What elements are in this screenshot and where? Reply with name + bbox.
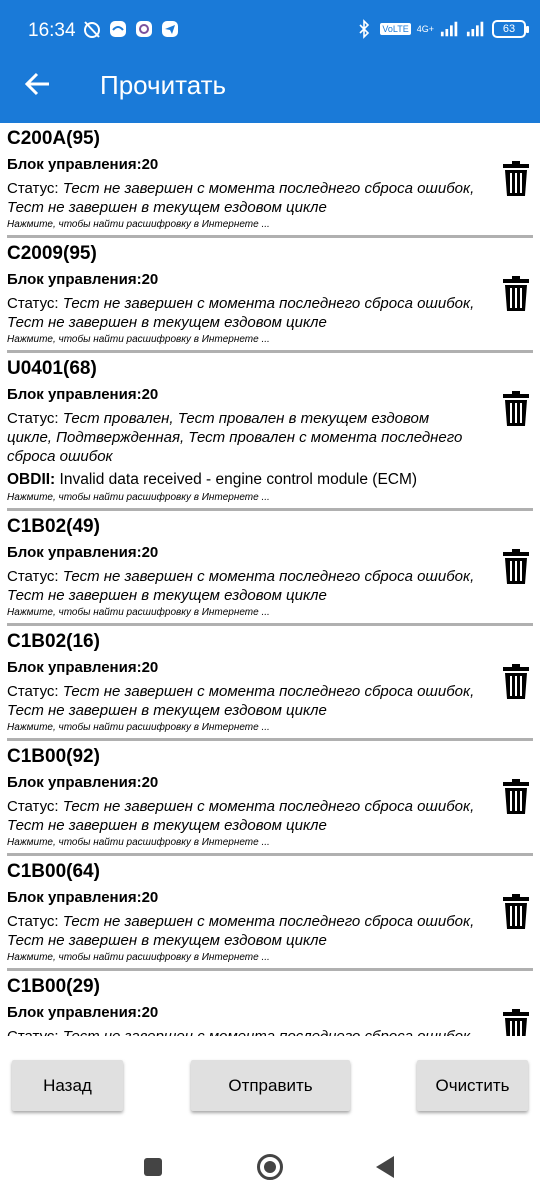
error-status: Статус: Тест не завершен с момента после… xyxy=(7,1027,477,1036)
error-code: C1B00(64) xyxy=(7,861,100,882)
status-label: Статус: xyxy=(7,410,59,427)
clear-button[interactable]: Очистить xyxy=(417,1060,528,1111)
search-hint-link[interactable]: Нажмите, чтобы найти расшифровку в Интер… xyxy=(7,334,532,346)
control-block: Блок управления:20 xyxy=(7,386,159,403)
status-label: Статус: xyxy=(7,913,59,930)
status-label: Статус: xyxy=(7,568,59,585)
status-text: Тест не завершен с момента последнего сб… xyxy=(7,180,475,216)
obd-label: OBDII: xyxy=(7,471,56,488)
back-button[interactable]: Назад xyxy=(12,1060,123,1111)
control-block: Блок управления:20 xyxy=(7,659,159,676)
nav-back-icon[interactable] xyxy=(376,1156,394,1178)
error-code: C1B00(92) xyxy=(7,746,100,767)
control-block: Блок управления:20 xyxy=(7,889,159,906)
search-hint-link[interactable]: Нажмите, чтобы найти расшифровку в Интер… xyxy=(7,219,532,231)
error-code: C1B00(29) xyxy=(7,976,100,997)
obd-text: Invalid data received - engine control m… xyxy=(59,471,418,488)
error-status: Статус: Тест не завершен с момента после… xyxy=(7,567,477,605)
error-status: Статус: Тест не завершен с момента после… xyxy=(7,294,477,332)
control-block: Блок управления:20 xyxy=(7,1004,159,1021)
status-text: Тест не завершен с момента последнего сб… xyxy=(7,913,475,949)
alarm-off-icon xyxy=(84,21,100,38)
app-bar: 16:34 VoLTE 4G+ 63 Прочитать xyxy=(0,0,540,123)
search-hint-link[interactable]: Нажмите, чтобы найти расшифровку в Интер… xyxy=(7,492,532,504)
trash-icon[interactable] xyxy=(502,391,530,427)
search-hint-link[interactable]: Нажмите, чтобы найти расшифровку в Интер… xyxy=(7,722,532,734)
error-code: C200A(95) xyxy=(7,128,100,149)
search-hint-link[interactable]: Нажмите, чтобы найти расшифровку в Интер… xyxy=(7,607,532,619)
status-label: Статус: xyxy=(7,683,59,700)
error-status: Статус: Тест не завершен с момента после… xyxy=(7,179,477,217)
error-status: Статус: Тест провален, Тест провален в т… xyxy=(7,409,477,466)
home-icon[interactable] xyxy=(257,1154,283,1180)
trash-icon[interactable] xyxy=(502,549,530,585)
battery-icon: 63 xyxy=(492,20,529,38)
error-status: Статус: Тест не завершен с момента после… xyxy=(7,912,477,950)
recents-icon[interactable] xyxy=(144,1158,162,1176)
error-item[interactable]: C2009(95) Блок управления:20 Статус: Тес… xyxy=(0,238,540,353)
error-item[interactable]: U0401(68) Блок управления:20 Статус: Тес… xyxy=(0,353,540,511)
status-time: 16:34 xyxy=(28,20,76,41)
network-type: 4G+ xyxy=(416,23,434,34)
obd-description: OBDII: Invalid data received - engine co… xyxy=(7,470,532,490)
error-item[interactable]: C1B00(92) Блок управления:20 Статус: Тес… xyxy=(0,741,540,856)
status-text: Тест не завершен с момента последнего сб… xyxy=(7,798,475,834)
battery-level: 63 xyxy=(502,23,516,35)
bluetooth-icon xyxy=(359,19,370,39)
notification-icons xyxy=(82,19,180,39)
error-code: C2009(95) xyxy=(7,243,97,264)
error-code: U0401(68) xyxy=(7,358,97,379)
signal-icon xyxy=(440,21,458,37)
status-label: Статус: xyxy=(7,180,59,197)
error-status: Статус: Тест не завершен с момента после… xyxy=(7,682,477,720)
signal-icon-2 xyxy=(466,21,484,37)
status-label: Статус: xyxy=(7,295,59,312)
status-bar: 16:34 VoLTE 4G+ 63 xyxy=(0,0,540,60)
search-hint-link[interactable]: Нажмите, чтобы найти расшифровку в Интер… xyxy=(7,837,532,849)
status-text: Тест провален, Тест провален в текущем е… xyxy=(7,410,463,465)
error-item[interactable]: C1B00(64) Блок управления:20 Статус: Тес… xyxy=(0,856,540,971)
control-block: Блок управления:20 xyxy=(7,544,159,561)
error-item[interactable]: C1B02(49) Блок управления:20 Статус: Тес… xyxy=(0,511,540,626)
trash-icon[interactable] xyxy=(502,664,530,700)
status-text: Тест не завершен с момента последнего сб… xyxy=(7,1028,474,1036)
status-text: Тест не завершен с момента последнего сб… xyxy=(7,295,475,331)
viber-icon xyxy=(136,21,152,37)
error-list[interactable]: C200A(95) Блок управления:20 Статус: Тес… xyxy=(0,123,540,1036)
control-block: Блок управления:20 xyxy=(7,774,159,791)
error-item[interactable]: C200A(95) Блок управления:20 Статус: Тес… xyxy=(0,123,540,238)
trash-icon[interactable] xyxy=(502,1009,530,1036)
error-item[interactable]: C1B02(16) Блок управления:20 Статус: Тес… xyxy=(0,626,540,741)
system-nav-bar xyxy=(0,1130,540,1200)
error-code: C1B02(16) xyxy=(7,631,100,652)
app-notification-icon xyxy=(110,21,126,37)
error-status: Статус: Тест не завершен с момента после… xyxy=(7,797,477,835)
status-label: Статус: xyxy=(7,798,59,815)
control-block: Блок управления:20 xyxy=(7,156,159,173)
volte-badge: VoLTE xyxy=(380,23,411,35)
action-buttons: Назад Отправить Очистить xyxy=(0,1060,540,1114)
control-block: Блок управления:20 xyxy=(7,271,159,288)
trash-icon[interactable] xyxy=(502,779,530,815)
status-text: Тест не завершен с момента последнего сб… xyxy=(7,683,475,719)
error-code: C1B02(49) xyxy=(7,516,100,537)
system-icons: VoLTE 4G+ 63 xyxy=(354,19,529,39)
arrow-left-icon[interactable] xyxy=(22,68,54,100)
send-button[interactable]: Отправить xyxy=(191,1060,350,1111)
trash-icon[interactable] xyxy=(502,161,530,197)
search-hint-link[interactable]: Нажмите, чтобы найти расшифровку в Интер… xyxy=(7,952,532,964)
trash-icon[interactable] xyxy=(502,894,530,930)
status-label: Статус: xyxy=(7,1028,59,1036)
status-text: Тест не завершен с момента последнего сб… xyxy=(7,568,475,604)
page-title: Прочитать xyxy=(100,70,227,100)
trash-icon[interactable] xyxy=(502,276,530,312)
error-item[interactable]: C1B00(29) Блок управления:20 Статус: Тес… xyxy=(0,971,540,1036)
telegram-icon xyxy=(162,21,178,37)
